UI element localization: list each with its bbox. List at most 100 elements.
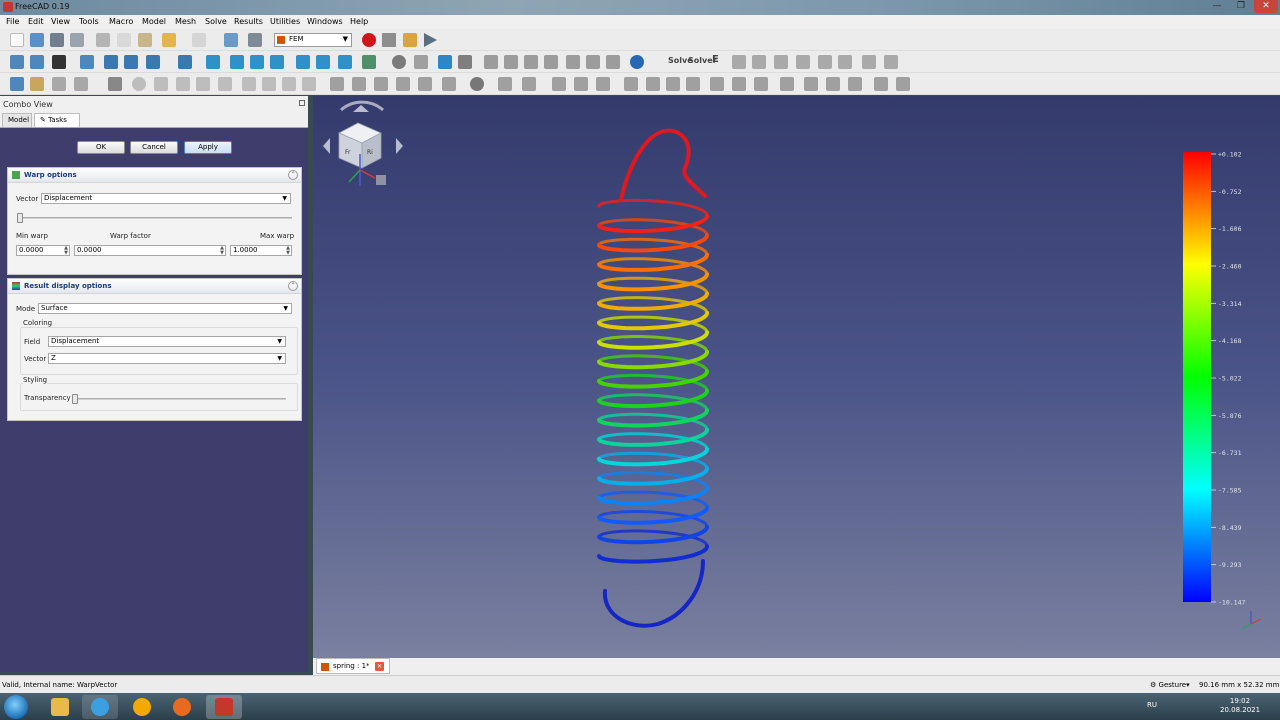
menu-solve[interactable]: Solve (205, 17, 227, 26)
constraint-displacement-icon[interactable] (524, 55, 538, 69)
view-front-icon[interactable] (230, 55, 244, 69)
part-folder-icon[interactable] (30, 77, 44, 91)
equation-2-icon[interactable] (884, 55, 898, 69)
transparency-slider-track[interactable] (72, 398, 286, 400)
view-rear-icon[interactable] (296, 55, 310, 69)
windows-start-icon[interactable] (4, 695, 28, 719)
elmer-label[interactable]: E (712, 54, 719, 65)
solver-ccx-icon[interactable] (470, 77, 484, 91)
minimize-button[interactable]: — (1206, 0, 1228, 13)
collapse-icon[interactable]: ⌃ (288, 281, 298, 291)
nav-arrow-left-icon[interactable] (323, 138, 330, 154)
view-isometric-icon[interactable] (206, 55, 220, 69)
menu-macro[interactable]: Macro (109, 17, 133, 26)
fit-all-icon[interactable] (10, 55, 24, 69)
max-warp-input[interactable]: 1.0000 ▲ ▼ (230, 245, 292, 256)
cylinder-icon[interactable] (176, 77, 190, 91)
save-icon[interactable] (50, 33, 64, 47)
element-fluid-icon[interactable] (374, 77, 388, 91)
view-bottom-icon[interactable] (316, 55, 330, 69)
result-mesh-icon[interactable] (818, 55, 832, 69)
result-purge-icon[interactable] (752, 55, 766, 69)
analysis-icon[interactable] (10, 77, 24, 91)
constraint-transform-icon[interactable] (574, 77, 588, 91)
navigation-style-button[interactable]: ⚙ Gesture▾ (1150, 681, 1190, 689)
macro-edit-icon[interactable] (403, 33, 417, 47)
element-geometry-icon[interactable] (330, 77, 344, 91)
taskbar-explorer[interactable] (42, 695, 78, 719)
cancel-button[interactable]: Cancel (130, 141, 178, 154)
result-select-icon[interactable] (774, 55, 788, 69)
menu-utilities[interactable]: Utilities (270, 17, 300, 26)
navigation-cube[interactable]: Fr Ri (323, 100, 403, 186)
section-icon[interactable] (414, 55, 428, 69)
whats-this-icon[interactable] (248, 33, 262, 47)
forward-arrow-icon[interactable] (124, 55, 138, 69)
spin-arrows-icon[interactable]: ▲ ▼ (286, 246, 290, 256)
torus-icon[interactable] (218, 77, 232, 91)
apply-button[interactable]: Apply (184, 141, 232, 154)
menu-help[interactable]: Help (350, 17, 368, 26)
constraint-tie-icon[interactable] (596, 77, 610, 91)
float-panel-icon[interactable] (299, 100, 305, 106)
transparency-slider-handle[interactable] (72, 394, 78, 404)
bounding-box-icon[interactable] (80, 55, 94, 69)
menu-mesh[interactable]: Mesh (175, 17, 196, 26)
zoom-icon[interactable] (178, 55, 192, 69)
view-menu-icon[interactable] (376, 175, 386, 185)
post-clip-icon[interactable] (666, 77, 680, 91)
post-glyph-icon[interactable] (826, 77, 840, 91)
system-clock[interactable]: 19:02 20.08.2021 (1220, 697, 1260, 715)
keyboard-language[interactable]: RU (1147, 701, 1157, 709)
undo-icon[interactable] (162, 33, 176, 47)
constraint-force-icon[interactable] (504, 55, 518, 69)
macro-stop-icon[interactable] (382, 33, 396, 47)
menu-view[interactable]: View (51, 17, 70, 26)
equation-icon[interactable] (862, 55, 876, 69)
copy-icon[interactable] (117, 33, 131, 47)
cone-icon[interactable] (196, 77, 210, 91)
constraint-pressure-icon[interactable] (566, 55, 580, 69)
constraint-bearing-icon[interactable] (606, 55, 620, 69)
cut-icon[interactable] (96, 33, 110, 47)
link-icon[interactable] (52, 77, 66, 91)
ok-button[interactable]: OK (77, 141, 125, 154)
sphere-icon[interactable] (132, 77, 146, 91)
constraint-plane-icon[interactable] (586, 55, 600, 69)
post-scalar-icon[interactable] (732, 77, 746, 91)
menu-windows[interactable]: Windows (307, 17, 343, 26)
taskbar-avast[interactable] (124, 695, 160, 719)
nav-arrow-up-icon[interactable] (353, 105, 369, 112)
mesh-gmsh-icon[interactable] (242, 77, 256, 91)
menu-results[interactable]: Results (234, 17, 263, 26)
taskbar-browser[interactable] (82, 695, 118, 719)
measure-icon[interactable] (362, 55, 376, 69)
menu-model[interactable]: Model (142, 17, 166, 26)
result-vector-select[interactable]: Z ▼ (48, 353, 286, 364)
post-warp-icon[interactable] (710, 77, 724, 91)
result-display-header[interactable]: Result display options ⌃ (8, 279, 301, 294)
tab-tasks[interactable]: ✎ Tasks (34, 113, 80, 127)
view-right-icon[interactable] (270, 55, 284, 69)
maximize-button[interactable]: ❐ (1230, 0, 1252, 13)
macro-run-icon[interactable] (424, 33, 437, 47)
min-warp-input[interactable]: 0.0000 ▲ ▼ (16, 245, 70, 256)
warp-slider-track[interactable] (17, 217, 292, 219)
warp-slider-handle[interactable] (17, 213, 23, 223)
refresh-icon[interactable] (224, 33, 238, 47)
grid-icon[interactable] (458, 55, 472, 69)
close-tab-icon[interactable]: ✕ (375, 662, 384, 671)
link-make-icon[interactable] (74, 77, 88, 91)
collapse-icon[interactable]: ⌃ (288, 170, 298, 180)
post-export-icon[interactable] (874, 77, 888, 91)
material-icon[interactable] (630, 55, 644, 69)
document-tab-spring[interactable]: spring : 1* ✕ (316, 658, 390, 674)
paste-icon[interactable] (138, 33, 152, 47)
tab-model[interactable]: Model (2, 113, 32, 127)
new-document-icon[interactable] (10, 33, 24, 47)
spin-arrows-icon[interactable]: ▲ ▼ (64, 246, 68, 256)
macro-record-icon[interactable] (362, 33, 376, 47)
element-beam-icon[interactable] (396, 77, 410, 91)
result-show-icon[interactable] (732, 55, 746, 69)
warp-vector-select[interactable]: Displacement ▼ (41, 193, 291, 204)
